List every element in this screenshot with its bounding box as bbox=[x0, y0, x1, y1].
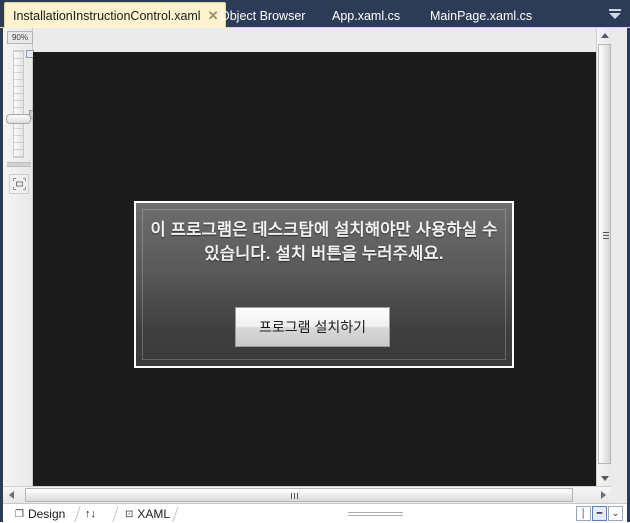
swap-panes-button[interactable]: ↑↓ bbox=[85, 506, 96, 522]
design-canvas[interactable]: 이 프로그램은 데스크탑에 설치해야만 사용하실 수있습니다. 설치 버튼을 누… bbox=[33, 52, 596, 486]
zoom-rail-divider bbox=[7, 162, 31, 167]
xaml-view-label: XAML bbox=[137, 507, 171, 521]
tab-design-view[interactable]: ❐ Design bbox=[15, 505, 65, 523]
splitter-handle[interactable] bbox=[348, 512, 403, 516]
view-tab-separator bbox=[112, 506, 119, 522]
zoom-rail: 90% bbox=[3, 28, 34, 486]
split-horizontal-icon: ━ bbox=[596, 508, 603, 518]
zoom-level-display[interactable]: 90% bbox=[7, 31, 33, 44]
scroll-thumb-grip bbox=[603, 232, 609, 239]
triangle-left-icon bbox=[8, 491, 14, 499]
chevron-down-icon bbox=[609, 13, 621, 19]
tab-installationinstructioncontrol-xaml[interactable]: InstallationInstructionControl.xaml ✕ bbox=[4, 2, 226, 28]
triangle-right-icon bbox=[600, 491, 606, 499]
fit-to-screen-icon[interactable] bbox=[9, 174, 29, 194]
visual-studio-xaml-designer: InstallationInstructionControl.xaml ✕ Ob… bbox=[0, 0, 630, 522]
split-vertical-button[interactable]: │ bbox=[576, 506, 591, 521]
split-vertical-icon: │ bbox=[580, 508, 587, 518]
tab-object-browser[interactable]: Object Browser bbox=[214, 3, 311, 28]
zoom-slider-ticks bbox=[14, 51, 23, 157]
scroll-right-button[interactable] bbox=[595, 487, 611, 503]
design-view-icon: ❐ bbox=[15, 508, 24, 520]
editor-tab-strip: InstallationInstructionControl.xaml ✕ Ob… bbox=[0, 0, 630, 28]
designer-frame: 90% 이 프로그램은 데스크탑에 설치해야만 사용하실 수있습니다. 설치 버… bbox=[0, 28, 630, 522]
collapse-pane-button[interactable]: ⌄ bbox=[608, 506, 623, 521]
view-tab-separator bbox=[74, 506, 81, 522]
tab-mainpage-xaml-cs[interactable]: MainPage.xaml.cs bbox=[424, 3, 538, 28]
tab-overflow-chevron-down-icon[interactable] bbox=[604, 3, 626, 25]
instruction-panel: 이 프로그램은 데스크탑에 설치해야만 사용하실 수있습니다. 설치 버튼을 누… bbox=[134, 201, 514, 368]
design-view-label: Design bbox=[27, 507, 66, 521]
split-horizontal-button[interactable]: ━ bbox=[592, 506, 607, 521]
install-program-button[interactable]: 프로그램 설치하기 bbox=[235, 307, 390, 347]
tab-label: App.xaml.cs bbox=[332, 8, 401, 23]
tab-xaml-view[interactable]: ⊡ XAML bbox=[125, 505, 170, 523]
tab-overflow-bar bbox=[609, 9, 621, 11]
scroll-up-button[interactable] bbox=[597, 28, 612, 43]
split-orientation-buttons: │ ━ ⌄ bbox=[576, 506, 623, 521]
tab-app-xaml-cs[interactable]: App.xaml.cs bbox=[326, 3, 406, 28]
scroll-thumb-grip bbox=[291, 493, 298, 499]
view-tab-separator bbox=[172, 506, 179, 522]
instruction-message: 이 프로그램은 데스크탑에 설치해야만 사용하실 수있습니다. 설치 버튼을 누… bbox=[150, 221, 498, 263]
xaml-view-icon: ⊡ bbox=[125, 508, 134, 520]
vertical-scroll-thumb[interactable] bbox=[598, 44, 611, 464]
horizontal-scroll-thumb[interactable] bbox=[25, 488, 573, 502]
zoom-slider-thumb[interactable] bbox=[6, 114, 31, 124]
tab-label: MainPage.xaml.cs bbox=[430, 8, 533, 23]
collapse-chevron-icon: ⌄ bbox=[611, 508, 620, 518]
vertical-scrollbar[interactable] bbox=[596, 28, 612, 486]
design-surface-viewport[interactable]: 이 프로그램은 데스크탑에 설치해야만 사용하실 수있습니다. 설치 버튼을 누… bbox=[33, 52, 596, 486]
swap-arrows-icon: ↑↓ bbox=[85, 508, 96, 520]
scroll-left-button[interactable] bbox=[3, 487, 19, 503]
scroll-down-button[interactable] bbox=[597, 471, 612, 486]
tab-label: Object Browser bbox=[220, 8, 306, 23]
view-mode-bar: ❐ Design ↑↓ ⊡ XAML │ ━ ⌄ bbox=[3, 503, 627, 522]
triangle-down-icon bbox=[600, 476, 609, 481]
triangle-up-icon bbox=[600, 33, 609, 38]
tab-label: InstallationInstructionControl.xaml bbox=[13, 8, 201, 23]
horizontal-scrollbar[interactable] bbox=[3, 486, 611, 503]
